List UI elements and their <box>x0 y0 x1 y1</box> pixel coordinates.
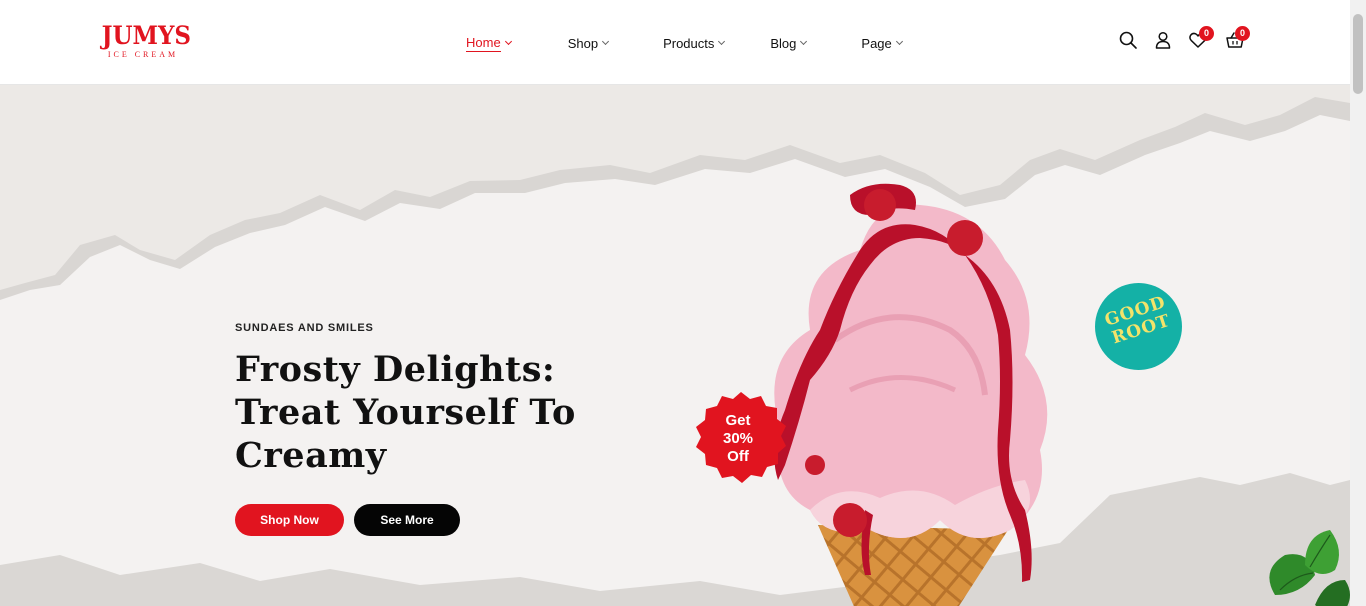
ice-cream-cone-image <box>774 183 1048 606</box>
discount-line: Get <box>725 412 751 429</box>
cart-count-badge: 0 <box>1235 26 1250 41</box>
nav-item-label: Home <box>466 34 501 52</box>
shop-now-button[interactable]: Shop Now <box>235 504 344 536</box>
nav-item-label: Blog <box>770 35 797 51</box>
discount-line: 30% <box>722 430 754 447</box>
nav-item-label: Shop <box>567 35 599 51</box>
nav-item-products[interactable]: Products <box>663 34 726 52</box>
chevron-down-icon <box>718 37 726 46</box>
nav-item-label: Products <box>663 35 715 51</box>
heart-icon[interactable]: 0 <box>1188 26 1214 50</box>
discount-text: Get 30% Off <box>692 412 784 466</box>
nav-item-home[interactable]: Home <box>466 34 512 52</box>
discount-line: Off <box>727 448 749 465</box>
brand-name: JUMYS <box>101 21 192 50</box>
brand-subtitle: ICE CREAM <box>107 50 179 59</box>
scrollbar-thumb[interactable] <box>1353 14 1363 94</box>
chevron-down-icon <box>895 37 903 46</box>
hero-headline: Frosty Delights: Treat Yourself To Cream… <box>235 348 655 477</box>
search-icon[interactable] <box>1118 30 1138 50</box>
discount-badge: Get 30% Off <box>692 390 790 488</box>
user-icon[interactable] <box>1153 30 1173 50</box>
chevron-down-icon <box>504 37 512 46</box>
page-scrollbar[interactable] <box>1350 0 1366 606</box>
nav-item-blog[interactable]: Blog <box>770 34 808 52</box>
nav-item-shop[interactable]: Shop <box>567 34 610 52</box>
nav-item-page[interactable]: Page <box>861 34 903 52</box>
headline-line: Creamy <box>235 435 387 476</box>
good-root-text: GOOD ROOT <box>1091 289 1185 352</box>
chevron-down-icon <box>602 37 610 46</box>
mint-leaf-image <box>1269 530 1350 606</box>
hero-eyebrow: SUNDAES AND SMILES <box>235 322 374 334</box>
wishlist-count-badge: 0 <box>1199 26 1214 41</box>
headline-line: Frosty Delights: <box>235 349 556 390</box>
good-root-badge: GOOD ROOT <box>1095 283 1182 370</box>
header-actions: 0 0 <box>1118 26 1253 52</box>
nav-item-label: Page <box>861 35 892 51</box>
hero-section: SUNDAES AND SMILES Frosty Delights: Trea… <box>0 85 1350 606</box>
basket-icon[interactable]: 0 <box>1225 26 1250 50</box>
site-header: JUMYS ICE CREAM Home Shop Products Blog … <box>0 0 1350 85</box>
chevron-down-icon <box>800 37 808 46</box>
headline-line: Treat Yourself To <box>235 392 576 433</box>
brand-logo[interactable]: JUMYS ICE CREAM <box>98 21 192 66</box>
see-more-button[interactable]: See More <box>354 504 460 536</box>
main-nav: Home Shop Products Blog Page <box>466 34 903 54</box>
